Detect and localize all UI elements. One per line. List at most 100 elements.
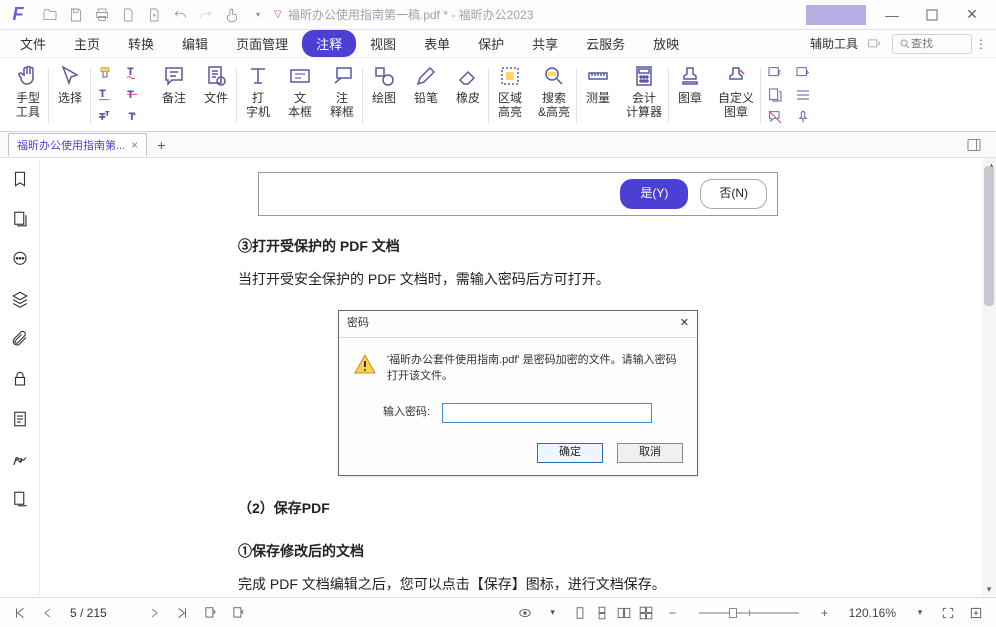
menu-file[interactable]: 文件: [6, 30, 60, 57]
security-panel-icon[interactable]: [9, 368, 31, 390]
menu-accessibility[interactable]: 辅助工具: [806, 35, 862, 52]
replace-text-icon[interactable]: TT: [94, 107, 116, 127]
qat-touch-icon[interactable]: [220, 3, 244, 27]
qat-open-icon[interactable]: [38, 3, 62, 27]
qat-print-icon[interactable]: [90, 3, 114, 27]
hide-comments-icon[interactable]: [764, 107, 786, 127]
menu-play[interactable]: 放映: [639, 30, 693, 57]
highlight-icon[interactable]: [94, 63, 116, 83]
menu-edit[interactable]: 编辑: [168, 30, 222, 57]
app-logo-icon: F: [4, 1, 32, 29]
comments-panel-icon[interactable]: [9, 248, 31, 270]
import-comments-icon[interactable]: [764, 63, 786, 83]
qat-undo-icon[interactable]: [168, 3, 192, 27]
ribbon-measure[interactable]: 测量: [578, 62, 618, 131]
pages-panel-icon[interactable]: [9, 208, 31, 230]
zoom-in-button[interactable]: +: [815, 603, 835, 623]
scroll-down-arrow-icon[interactable]: ▾: [982, 582, 996, 596]
ribbon-typewriter[interactable]: 打 字机: [238, 62, 278, 131]
ribbon-search-highlight[interactable]: 搜索 &高亮: [532, 62, 576, 131]
menu-convert[interactable]: 转换: [114, 30, 168, 57]
search-box[interactable]: [892, 34, 972, 54]
menu-view[interactable]: 视图: [356, 30, 410, 57]
zoom-dropdown-icon[interactable]: ▾: [910, 603, 930, 623]
wavy-underline-icon[interactable]: T: [122, 63, 144, 83]
qat-save-icon[interactable]: [64, 3, 88, 27]
comment-list-icon[interactable]: [792, 85, 814, 105]
next-page-button[interactable]: [144, 603, 164, 623]
collapse-nav-icon[interactable]: [228, 603, 248, 623]
strikethrough-icon[interactable]: T: [122, 85, 144, 105]
signature-panel-icon[interactable]: [9, 448, 31, 470]
document-tab[interactable]: 福昕办公使用指南第... ×: [8, 133, 147, 156]
ribbon-note[interactable]: 备注: [154, 62, 194, 131]
view-dropdown-icon[interactable]: ▾: [543, 603, 563, 623]
ribbon-file-attach[interactable]: 文件: [196, 62, 236, 131]
zoom-out-button[interactable]: −: [663, 603, 683, 623]
ribbon-callout[interactable]: 注 释框: [322, 62, 362, 131]
scrollbar-thumb[interactable]: [984, 166, 994, 306]
qat-redo-icon[interactable]: [194, 3, 218, 27]
status-bar: 5 / 215 ▾ − + 120.16% ▾: [0, 597, 996, 627]
qat-export-icon[interactable]: [142, 3, 166, 27]
zoom-percentage[interactable]: 120.16%: [843, 606, 902, 620]
document-scroll-area[interactable]: 是(Y) 否(N) ③打开受保护的 PDF 文档 当打开受安全保护的 PDF 文…: [40, 158, 996, 596]
menu-share[interactable]: 共享: [518, 30, 572, 57]
callout-icon: [328, 62, 356, 90]
bookmark-nav-icon[interactable]: [200, 603, 220, 623]
last-page-button[interactable]: [172, 603, 192, 623]
menu-protect[interactable]: 保护: [464, 30, 518, 57]
user-account-button[interactable]: [806, 5, 866, 25]
single-page-view-icon[interactable]: [571, 604, 589, 622]
ribbon-stamp[interactable]: 图章: [670, 62, 710, 131]
first-page-button[interactable]: [10, 603, 30, 623]
bookmark-panel-icon[interactable]: [9, 168, 31, 190]
ribbon-calculator[interactable]: 会计 计算器: [620, 62, 668, 131]
fit-page-icon[interactable]: [966, 603, 986, 623]
zoom-slider-handle[interactable]: [729, 608, 737, 618]
ribbon-area-highlight[interactable]: 区域 高亮: [490, 62, 530, 131]
minimize-button[interactable]: —: [872, 1, 912, 29]
attachments-panel-icon[interactable]: [9, 328, 31, 350]
ribbon-collapse-icon[interactable]: [862, 32, 886, 56]
tab-close-icon[interactable]: ×: [131, 138, 138, 152]
ribbon-custom-stamp[interactable]: 自定义 图章: [712, 62, 760, 131]
layers-panel-icon[interactable]: [9, 288, 31, 310]
new-tab-button[interactable]: +: [157, 137, 165, 153]
export-comments-icon[interactable]: [792, 63, 814, 83]
underline-icon[interactable]: T: [94, 85, 116, 105]
continuous-view-icon[interactable]: [593, 604, 611, 622]
qat-page-icon[interactable]: [116, 3, 140, 27]
continuous-facing-view-icon[interactable]: [637, 604, 655, 622]
maximize-button[interactable]: [912, 1, 952, 29]
menu-home[interactable]: 主页: [60, 30, 114, 57]
ribbon-drawing[interactable]: 绘图: [364, 62, 404, 131]
panel-toggle-icon[interactable]: [964, 135, 984, 155]
zoom-slider[interactable]: [699, 612, 799, 614]
ribbon-pencil[interactable]: 铅笔: [406, 62, 446, 131]
menu-comment[interactable]: 注释: [302, 30, 356, 57]
ribbon-select[interactable]: 选择: [50, 62, 90, 131]
form-panel-icon[interactable]: [9, 408, 31, 430]
pin-icon[interactable]: [792, 107, 814, 127]
facing-view-icon[interactable]: [615, 604, 633, 622]
fullscreen-icon[interactable]: [938, 603, 958, 623]
search-input[interactable]: [911, 38, 961, 50]
ribbon-hand-tool[interactable]: 手型 工具: [8, 62, 48, 131]
ribbon-expand-icon[interactable]: ▽: [270, 9, 284, 20]
menu-page-manage[interactable]: 页面管理: [222, 30, 302, 57]
close-button[interactable]: ✕: [952, 1, 992, 29]
qat-dropdown-icon[interactable]: ▾: [246, 3, 270, 27]
page-counter[interactable]: 5 / 215: [66, 606, 136, 620]
read-mode-icon[interactable]: [515, 603, 535, 623]
menu-form[interactable]: 表单: [410, 30, 464, 57]
prev-page-button[interactable]: [38, 603, 58, 623]
vertical-scrollbar[interactable]: ▴ ▾: [982, 158, 996, 596]
ribbon-eraser[interactable]: 橡皮: [448, 62, 488, 131]
insert-text-icon[interactable]: T: [122, 107, 144, 127]
more-panel-icon[interactable]: [9, 488, 31, 510]
ribbon-textbox[interactable]: 文 本框: [280, 62, 320, 131]
menu-cloud[interactable]: 云服务: [572, 30, 639, 57]
summary-icon[interactable]: [764, 85, 786, 105]
menu-more-icon[interactable]: ⋮: [972, 37, 990, 51]
